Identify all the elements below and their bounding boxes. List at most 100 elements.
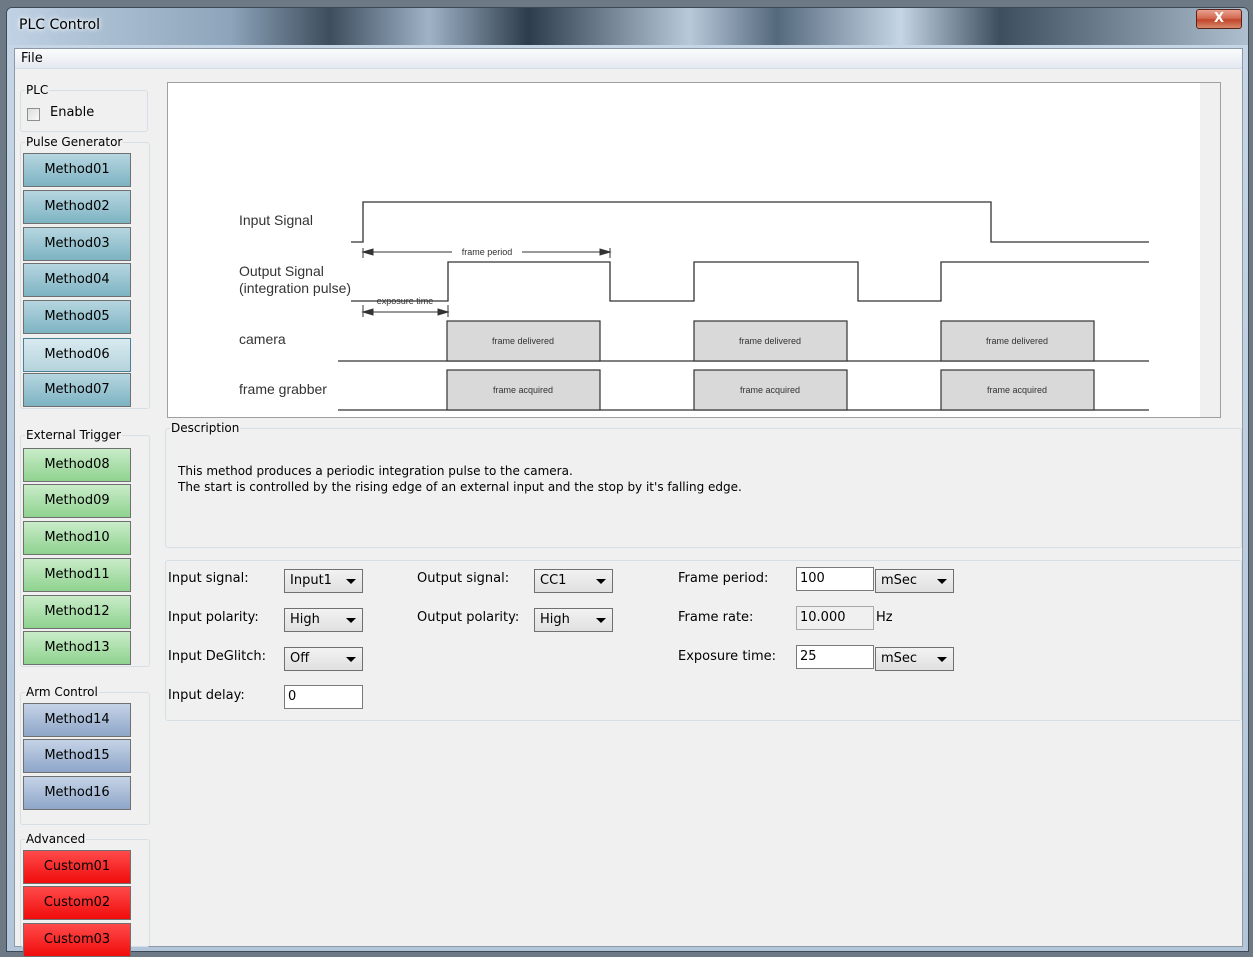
description-group: Description This method produces a perio… bbox=[165, 420, 1242, 548]
method08-button[interactable]: Method08 bbox=[23, 448, 131, 482]
frame-period-label: Frame period: bbox=[678, 571, 769, 586]
window-title: PLC Control bbox=[19, 17, 101, 33]
method01-button[interactable]: Method01 bbox=[23, 153, 131, 187]
output-polarity-value: High bbox=[540, 612, 570, 627]
exposure-time-unit-value: mSec bbox=[881, 651, 918, 666]
frame-period-arrow-left bbox=[361, 248, 374, 256]
output-signal-label-1: Output Signal bbox=[239, 263, 324, 279]
method09-button[interactable]: Method09 bbox=[23, 484, 131, 518]
output-signal-value: CC1 bbox=[540, 573, 567, 588]
frame-grabber-label: frame grabber bbox=[239, 381, 327, 397]
frame-period-field[interactable]: 100 bbox=[796, 567, 874, 591]
input-deglitch-value: Off bbox=[290, 651, 310, 666]
chevron-down-icon bbox=[596, 618, 606, 623]
external-trigger-label: External Trigger bbox=[25, 427, 122, 443]
input-deglitch-select[interactable]: Off bbox=[284, 647, 363, 671]
frame-delivered-text-1: frame delivered bbox=[492, 336, 554, 346]
exposure-time-field[interactable]: 25 bbox=[796, 645, 874, 669]
advanced-group: Advanced Custom01 Custom02 Custom03 bbox=[20, 831, 150, 957]
description-line-2: The start is controlled by the rising ed… bbox=[178, 480, 742, 494]
method06-button[interactable]: Method06 bbox=[23, 338, 131, 372]
advanced-label: Advanced bbox=[25, 831, 87, 847]
input-polarity-select[interactable]: High bbox=[284, 608, 363, 632]
client-area: File PLC Enable Pulse Generator Method01… bbox=[14, 48, 1243, 957]
frame-rate-unit: Hz bbox=[876, 610, 893, 625]
arm-control-group: Arm Control Method14 Method15 Method16 bbox=[20, 684, 150, 825]
frame-acquired-text-2: frame acquired bbox=[740, 385, 800, 395]
frame-period-arrow-right bbox=[599, 248, 612, 256]
enable-label[interactable]: Enable bbox=[50, 105, 94, 120]
camera-label: camera bbox=[239, 331, 286, 347]
output-signal-select[interactable]: CC1 bbox=[534, 569, 613, 593]
diagram-scrollbar-area bbox=[1200, 83, 1220, 417]
arm-control-label: Arm Control bbox=[25, 684, 99, 700]
plc-control-window: PLC Control X File PLC Enable Pulse Gene… bbox=[6, 7, 1249, 957]
input-polarity-value: High bbox=[290, 612, 320, 627]
chevron-down-icon bbox=[937, 657, 947, 662]
frame-delivered-text-3: frame delivered bbox=[986, 336, 1048, 346]
method04-button[interactable]: Method04 bbox=[23, 263, 131, 297]
frame-period-unit-value: mSec bbox=[881, 573, 918, 588]
output-polarity-select[interactable]: High bbox=[534, 608, 613, 632]
frame-rate-field: 10.000 bbox=[796, 606, 874, 630]
pulse-generator-label: Pulse Generator bbox=[25, 134, 124, 150]
chevron-down-icon bbox=[596, 579, 606, 584]
custom03-button[interactable]: Custom03 bbox=[23, 923, 131, 957]
description-line-1: This method produces a periodic integrat… bbox=[178, 464, 573, 478]
description-label: Description bbox=[170, 420, 241, 436]
method14-button[interactable]: Method14 bbox=[23, 703, 131, 737]
method16-button[interactable]: Method16 bbox=[23, 776, 131, 810]
method05-button[interactable]: Method05 bbox=[23, 300, 131, 334]
menu-bar: File bbox=[15, 49, 1242, 69]
chevron-down-icon bbox=[937, 579, 947, 584]
title-bar[interactable]: PLC Control X bbox=[7, 8, 1248, 45]
settings-panel: Input signal: Input1 Input polarity: Hig… bbox=[165, 560, 1242, 721]
exposure-time-label: Exposure time: bbox=[678, 649, 777, 664]
plc-group: PLC Enable bbox=[20, 82, 148, 132]
output-signal-waveform bbox=[351, 261, 1149, 302]
output-polarity-label: Output polarity: bbox=[417, 610, 520, 625]
frame-rate-label: Frame rate: bbox=[678, 610, 754, 625]
method15-button[interactable]: Method15 bbox=[23, 739, 131, 773]
description-text: This method produces a periodic integrat… bbox=[178, 463, 742, 495]
input-signal-select[interactable]: Input1 bbox=[284, 569, 363, 593]
frame-acquired-text-3: frame acquired bbox=[987, 385, 1047, 395]
chevron-down-icon bbox=[346, 657, 356, 662]
exposure-time-text: exposure time bbox=[377, 296, 434, 306]
timing-diagram: Input Signal Output Signal (integration … bbox=[167, 82, 1221, 418]
method03-button[interactable]: Method03 bbox=[23, 227, 131, 261]
method12-button[interactable]: Method12 bbox=[23, 595, 131, 629]
input-signal-label: Input Signal bbox=[239, 212, 313, 228]
input-signal-label: Input signal: bbox=[168, 571, 249, 586]
method10-button[interactable]: Method10 bbox=[23, 521, 131, 555]
exposure-arrow-right bbox=[437, 308, 450, 316]
exposure-arrow-left bbox=[361, 308, 374, 316]
frame-period-unit-select[interactable]: mSec bbox=[875, 569, 954, 593]
frame-delivered-text-2: frame delivered bbox=[739, 336, 801, 346]
output-signal-label-2: (integration pulse) bbox=[239, 280, 351, 296]
input-signal-waveform bbox=[351, 201, 1149, 243]
input-delay-field[interactable]: 0 bbox=[284, 685, 363, 709]
method07-button[interactable]: Method07 bbox=[23, 373, 131, 407]
plc-group-label: PLC bbox=[25, 82, 50, 98]
external-trigger-group: External Trigger Method08 Method09 Metho… bbox=[20, 427, 150, 667]
frame-period-text: frame period bbox=[462, 247, 513, 257]
method13-button[interactable]: Method13 bbox=[23, 631, 131, 665]
input-deglitch-label: Input DeGlitch: bbox=[168, 649, 266, 664]
chevron-down-icon bbox=[346, 579, 356, 584]
enable-checkbox[interactable] bbox=[27, 108, 40, 121]
frame-acquired-text-1: frame acquired bbox=[493, 385, 553, 395]
method02-button[interactable]: Method02 bbox=[23, 190, 131, 224]
close-button[interactable]: X bbox=[1196, 9, 1242, 29]
chevron-down-icon bbox=[346, 618, 356, 623]
menu-file[interactable]: File bbox=[21, 51, 43, 66]
custom02-button[interactable]: Custom02 bbox=[23, 886, 131, 920]
pulse-generator-group: Pulse Generator Method01 Method02 Method… bbox=[20, 134, 150, 409]
exposure-time-unit-select[interactable]: mSec bbox=[875, 647, 954, 671]
input-polarity-label: Input polarity: bbox=[168, 610, 259, 625]
input-signal-value: Input1 bbox=[290, 573, 332, 588]
timing-diagram-svg: Input Signal Output Signal (integration … bbox=[239, 83, 1220, 417]
custom01-button[interactable]: Custom01 bbox=[23, 850, 131, 884]
input-delay-label: Input delay: bbox=[168, 688, 245, 703]
method11-button[interactable]: Method11 bbox=[23, 558, 131, 592]
